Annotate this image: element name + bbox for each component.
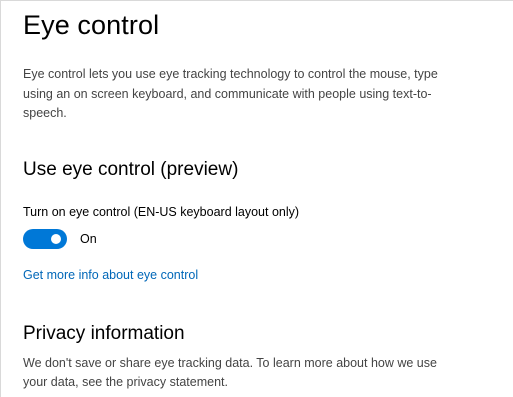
privacy-text: We don't save or share eye tracking data… bbox=[23, 355, 437, 390]
page-description: Eye control lets you use eye tracking te… bbox=[23, 67, 438, 120]
eye-control-toggle-label: Turn on eye control (EN-US keyboard layo… bbox=[23, 204, 300, 219]
privacy-heading: Privacy information bbox=[23, 322, 185, 344]
toggle-knob bbox=[51, 233, 61, 244]
more-info-link[interactable]: Get more info about eye control bbox=[23, 266, 198, 284]
page-title: Eye control bbox=[23, 10, 160, 40]
eye-control-toggle-row: On bbox=[23, 228, 493, 249]
toggle-state-text: On bbox=[80, 231, 97, 246]
use-eye-control-heading: Use eye control (preview) bbox=[23, 158, 239, 180]
settings-page: Eye control Eye control lets you use eye… bbox=[0, 0, 513, 397]
eye-control-toggle[interactable] bbox=[23, 228, 67, 249]
